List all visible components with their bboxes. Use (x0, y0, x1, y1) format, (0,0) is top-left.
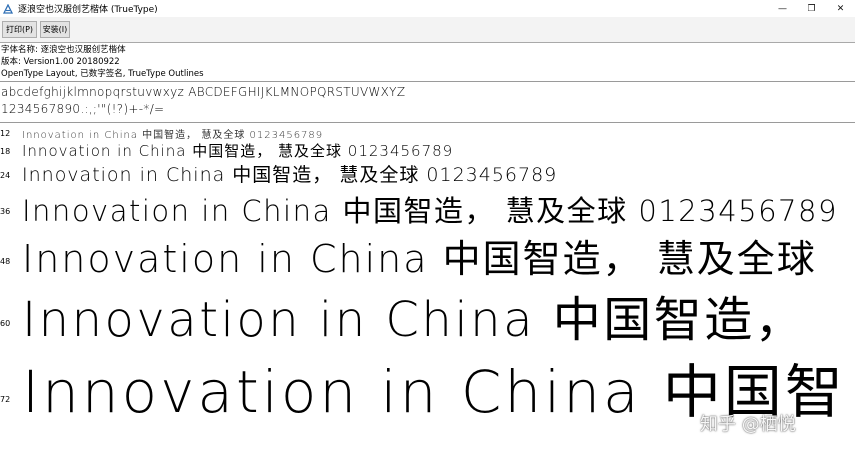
sample-row-60: 60 Innovation in China 中国智造， (0, 280, 855, 346)
charset-digits-symbols: 1234567890.:,;'"(!?)+-*/= (1, 102, 165, 116)
sample-size-label: 24 (0, 171, 11, 180)
sample-row-48: 48 Innovation in China 中国智造， 慧及全球 (0, 228, 855, 280)
sample-text: Innovation in China 中国智造， (22, 292, 806, 346)
font-features-line: OpenType Layout, 已数字签名, TrueType Outline… (1, 69, 204, 79)
charset-letters: abcdefghijklmnopqrstuvwxyz ABCDEFGHIJKLM… (1, 85, 406, 99)
window-controls: — ❐ ✕ (768, 0, 855, 17)
minimize-button[interactable]: — (768, 0, 797, 17)
font-viewer-window: 逐浪空也汉服创艺楷体 (TrueType) — ❐ ✕ 打印(P) 安装(I) … (0, 0, 855, 458)
title-bar: 逐浪空也汉服创艺楷体 (TrueType) — ❐ ✕ (0, 0, 855, 17)
close-button[interactable]: ✕ (826, 0, 855, 17)
sample-row-24: 24 Innovation in China 中国智造， 慧及全球 012345… (0, 160, 855, 188)
sample-row-36: 36 Innovation in China 中国智造， 慧及全球 012345… (0, 188, 855, 228)
window-title: 逐浪空也汉服创艺楷体 (TrueType) (18, 5, 158, 15)
sample-size-label: 36 (0, 207, 11, 216)
divider (0, 122, 855, 123)
toolbar: 打印(P) 安装(I) (0, 17, 855, 43)
sample-text: Innovation in China 中国智造， 慧及全球 012345678… (22, 164, 558, 186)
sample-size-label: 12 (0, 129, 11, 138)
sample-row-18: 18 Innovation in China 中国智造， 慧及全球 012345… (0, 140, 855, 162)
close-icon: ✕ (836, 3, 845, 14)
font-viewer-icon (3, 3, 13, 14)
minimize-icon: — (778, 3, 787, 14)
maximize-icon: ❐ (807, 3, 816, 14)
divider (0, 81, 855, 82)
watermark: 知乎 @栖悦 (700, 414, 796, 435)
sample-size-label: 60 (0, 319, 11, 328)
sample-text: Innovation in China 中国智造， 慧及全球 012345678… (22, 194, 838, 228)
font-version-line: 版本: Version1.00 20180922 (1, 57, 120, 67)
sample-text: Innovation in China 中国智造， 慧及全球 012345678… (22, 130, 324, 140)
sample-row-12: 12 Innovation in China 中国智造， 慧及全球 012345… (0, 126, 855, 140)
sample-text: Innovation in China 中国智造， 慧及全球 (22, 237, 817, 280)
sample-size-label: 48 (0, 257, 11, 266)
sample-size-label: 18 (0, 147, 11, 156)
print-button[interactable]: 打印(P) (2, 21, 37, 38)
maximize-button[interactable]: ❐ (797, 0, 826, 17)
sample-size-label: 72 (0, 395, 11, 404)
font-name-line: 字体名称: 逐浪空也汉服创艺楷体 (1, 45, 126, 55)
sample-text: Innovation in China 中国智造， 慧及全球 012345678… (22, 142, 454, 160)
install-button[interactable]: 安装(I) (40, 21, 70, 38)
